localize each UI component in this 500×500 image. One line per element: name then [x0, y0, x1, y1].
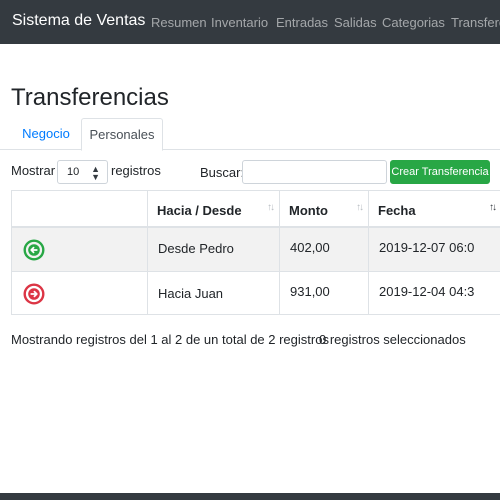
column-header-amount[interactable]: Monto ↑↓ [279, 190, 368, 228]
sort-icon: ↑↓ [267, 202, 275, 213]
sort-icon: ↑↓ [356, 202, 364, 213]
records-label: registros [111, 163, 161, 178]
selected-info: 0 registros seleccionados [319, 332, 466, 347]
page-length-select[interactable]: 10 ▲ ▼ [57, 160, 108, 184]
column-header-date-label: Fecha [378, 203, 416, 218]
party-cell: Desde Pedro [158, 241, 234, 256]
arrow-right-circle-icon [23, 283, 45, 305]
column-header-party[interactable]: Hacia / Desde ↑↓ [147, 190, 279, 228]
transfers-table: Hacia / Desde ↑↓ Monto ↑↓ Fecha ↑↓ Desde… [11, 190, 500, 315]
tab-personales[interactable]: Personales [81, 118, 163, 151]
arrow-left-circle-icon [23, 239, 45, 261]
column-header-party-label: Hacia / Desde [157, 203, 242, 218]
nav-link-salidas[interactable]: Salidas [334, 15, 377, 30]
column-header-date[interactable]: Fecha ↑↓ [368, 190, 500, 228]
nav-link-categorias[interactable]: Categorias [382, 15, 445, 30]
search-input[interactable] [242, 160, 387, 184]
page-title: Transferencias [11, 84, 169, 111]
nav-link-resumen[interactable]: Resumen [151, 15, 207, 30]
show-label: Mostrar [11, 163, 56, 178]
table-row[interactable]: Desde Pedro 402,00 2019-12-07 06:0 [11, 228, 500, 272]
party-cell: Hacia Juan [158, 286, 224, 301]
amount-cell: 402,00 [290, 240, 330, 255]
select-arrows-icon: ▲ ▼ [91, 164, 100, 182]
column-header-amount-label: Monto [289, 203, 328, 218]
amount-cell: 931,00 [290, 284, 330, 299]
date-cell: 2019-12-07 06:0 [379, 240, 475, 255]
navbar-brand[interactable]: Sistema de Ventas [12, 12, 145, 30]
top-navbar: Sistema de Ventas Resumen Inventario Ent… [0, 0, 500, 44]
column-header-icon [11, 190, 147, 228]
search-label: Buscar: [200, 165, 245, 180]
nav-link-transferencias[interactable]: Transferencias [451, 15, 500, 30]
tab-bar: Negocio Personales [0, 118, 500, 151]
sort-desc-icon: ↑↓ [489, 202, 497, 213]
create-transfer-button[interactable]: Crear Transferencia [390, 160, 490, 184]
nav-link-entradas[interactable]: Entradas [276, 15, 328, 30]
date-cell: 2019-12-04 04:3 [379, 284, 475, 299]
page-length-value: 10 [67, 166, 80, 178]
table-row[interactable]: Hacia Juan 931,00 2019-12-04 04:3 [11, 272, 500, 315]
table-info: Mostrando registros del 1 al 2 de un tot… [11, 332, 329, 347]
nav-link-inventario[interactable]: Inventario [211, 15, 268, 30]
tab-negocio[interactable]: Negocio [12, 118, 80, 150]
bottom-bar [0, 493, 500, 500]
